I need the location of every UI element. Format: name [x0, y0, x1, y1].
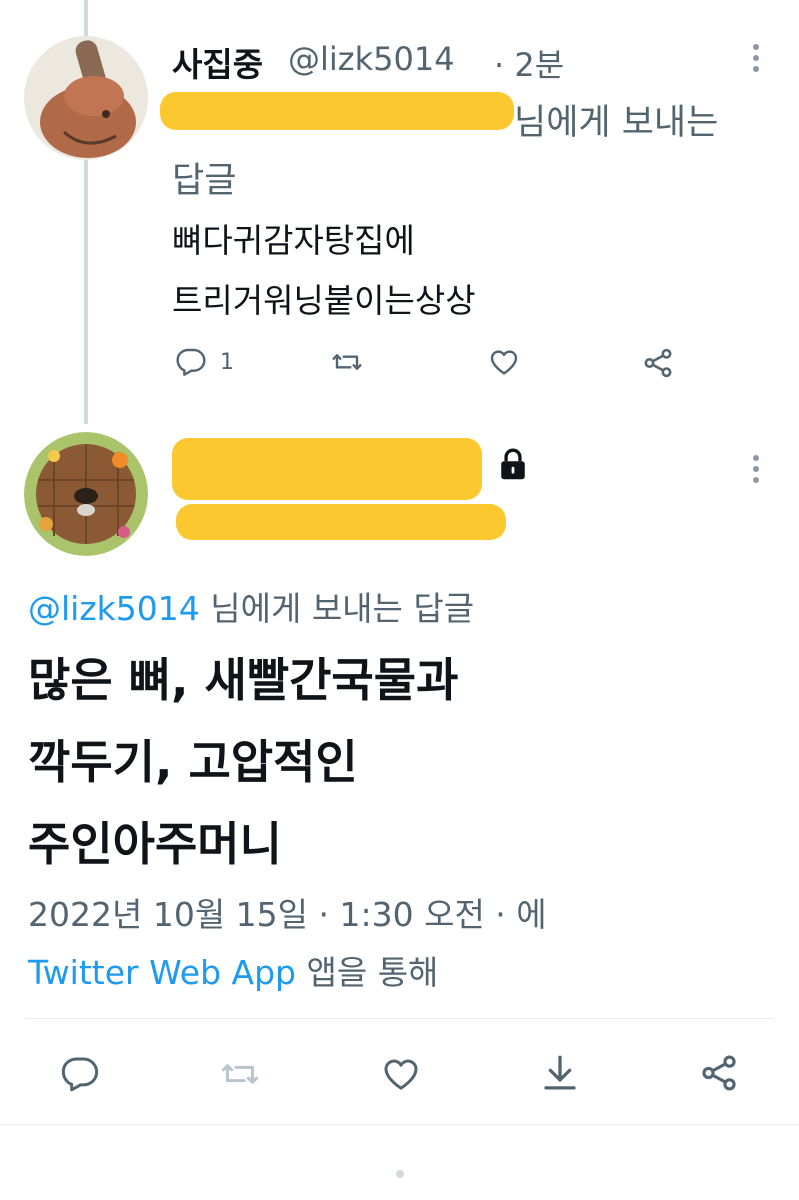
- bookmark-button[interactable]: [538, 1052, 582, 1094]
- more-icon[interactable]: [751, 455, 761, 488]
- tweet-text-line: 깍두기, 고압적인: [28, 735, 358, 789]
- reply-to-suffix: 님에게 보내는 답글: [199, 589, 475, 628]
- heart-icon: [490, 350, 518, 375]
- lock-icon: [496, 446, 530, 486]
- avatar[interactable]: [24, 36, 148, 160]
- source-app-link[interactable]: Twitter Web App: [28, 953, 296, 992]
- reply-to-label-cont: 답글: [172, 161, 237, 201]
- source-suffix: 앱을 통해: [296, 953, 439, 992]
- share-button[interactable]: [640, 346, 676, 380]
- reply-button[interactable]: 1: [174, 346, 234, 378]
- timestamp[interactable]: · 2분: [494, 40, 564, 86]
- avatar[interactable]: [24, 432, 148, 556]
- display-name[interactable]: 사집중: [172, 38, 263, 86]
- heart-icon: [384, 1059, 418, 1090]
- tweet-text-line: 많은 뼈, 새빨간국물과: [28, 653, 459, 707]
- divider: [0, 1124, 799, 1125]
- retweet-icon: [221, 1064, 259, 1084]
- loading-dot: [396, 1170, 404, 1178]
- redaction-mark: [160, 92, 514, 130]
- reply-to-label: 님에게 보내는: [514, 103, 719, 143]
- share-button[interactable]: [696, 1052, 742, 1094]
- more-icon[interactable]: [751, 44, 761, 77]
- reply-icon: [176, 348, 206, 376]
- like-button[interactable]: [486, 346, 522, 378]
- retweet-icon: [332, 354, 362, 370]
- reply-count: 1: [220, 349, 234, 375]
- tweet-timestamp[interactable]: 2022년 10월 15일 · 1:30 오전 · 에: [28, 888, 547, 936]
- redaction-mark: [176, 504, 506, 540]
- reply-button[interactable]: [58, 1054, 102, 1094]
- redaction-mark: [172, 438, 482, 500]
- retweet-button[interactable]: [328, 346, 366, 378]
- share-icon: [644, 348, 672, 378]
- divider: [26, 1018, 773, 1019]
- like-button[interactable]: [378, 1054, 424, 1094]
- tweet-source: Twitter Web App 앱을 통해: [28, 946, 438, 994]
- tweet-text-line: 트리거워닝붙이는상상: [172, 281, 476, 320]
- download-icon: [544, 1055, 576, 1090]
- retweet-button[interactable]: [216, 1054, 264, 1094]
- reply-icon: [61, 1057, 99, 1092]
- tweet-text-line: 뼈다귀감자탕집에: [172, 221, 415, 260]
- tweet-text-line: 주인아주머니: [28, 817, 282, 871]
- reply-to-handle-link[interactable]: @lizk5014: [28, 589, 200, 628]
- reply-to-label: @lizk5014 님에게 보내는 답글: [28, 582, 474, 630]
- share-icon: [702, 1055, 736, 1091]
- handle[interactable]: @lizk5014: [288, 40, 455, 78]
